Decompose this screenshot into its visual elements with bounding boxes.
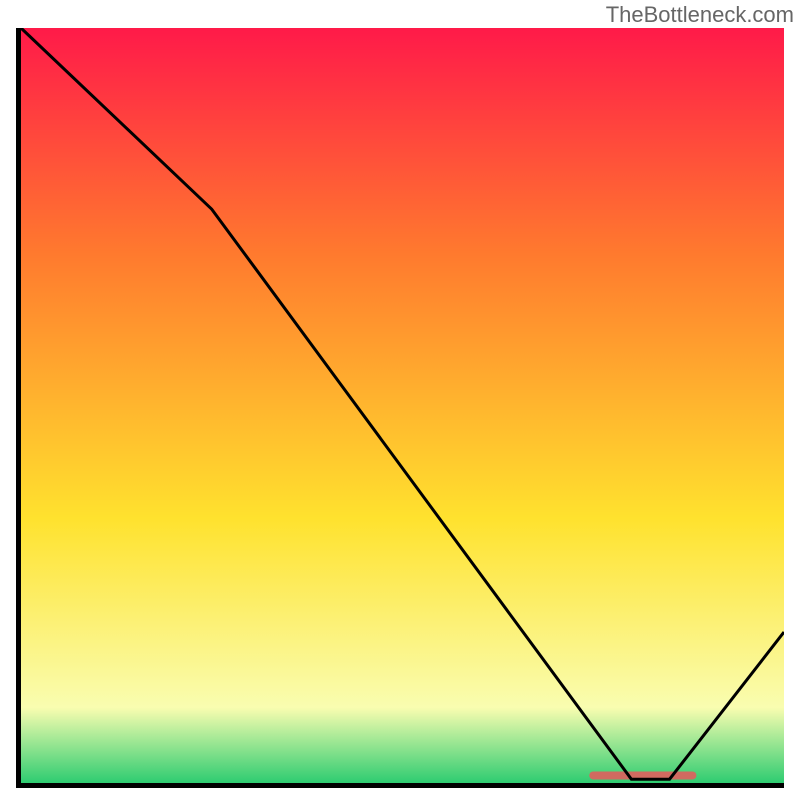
chart-svg (21, 28, 784, 783)
chart-background (21, 28, 784, 783)
plot-area (16, 28, 784, 788)
watermark-text: TheBottleneck.com (606, 2, 794, 28)
chart-container: TheBottleneck.com (0, 0, 800, 800)
